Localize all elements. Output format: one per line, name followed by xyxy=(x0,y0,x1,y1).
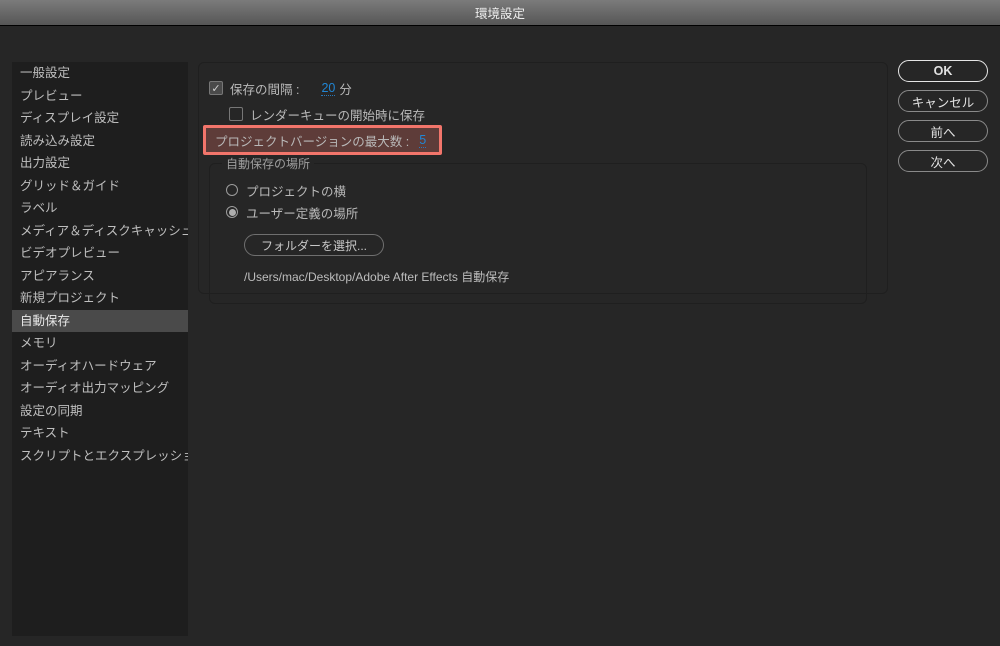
sidebar-item[interactable]: オーディオハードウェア xyxy=(12,355,188,378)
autosave-path-text: /Users/mac/Desktop/Adobe After Effects 自… xyxy=(244,268,850,285)
sidebar-item[interactable]: グリッド＆ガイド xyxy=(12,175,188,198)
radio-custom-location-label: ユーザー定義の場所 xyxy=(246,203,358,222)
autosave-location-group: 自動保存の場所 プロジェクトの横 ユーザー定義の場所 フォルダーを選択... /… xyxy=(209,163,867,304)
sidebar-item[interactable]: ラベル xyxy=(12,197,188,220)
sidebar-item[interactable]: 自動保存 xyxy=(12,310,188,333)
sidebar-item[interactable]: アピアランス xyxy=(12,265,188,288)
radio-custom-location[interactable] xyxy=(226,206,238,218)
autosave-location-legend: 自動保存の場所 xyxy=(222,155,314,172)
sidebar-item[interactable]: オーディオ出力マッピング xyxy=(12,377,188,400)
sidebar-item[interactable]: テキスト xyxy=(12,422,188,445)
sidebar-item[interactable]: メモリ xyxy=(12,332,188,355)
sidebar-item[interactable]: メディア＆ディスクキャッシュ xyxy=(12,220,188,243)
next-button[interactable]: 次へ xyxy=(898,150,988,172)
save-on-render-checkbox[interactable]: ✓ xyxy=(229,107,243,121)
sidebar-item[interactable]: 新規プロジェクト xyxy=(12,287,188,310)
sidebar-item[interactable]: プレビュー xyxy=(12,85,188,108)
autosave-settings-panel: ✓ 保存の間隔 : 20 分 ✓ レンダーキューの開始時に保存 プロジェクトバー… xyxy=(198,62,888,294)
save-on-render-label: レンダーキューの開始時に保存 xyxy=(250,105,425,124)
dialog-buttons: OK キャンセル 前へ 次へ xyxy=(898,60,988,180)
window-title: 環境設定 xyxy=(475,3,525,22)
sidebar-item[interactable]: ディスプレイ設定 xyxy=(12,107,188,130)
radio-next-to-project[interactable] xyxy=(226,184,238,196)
ok-button[interactable]: OK xyxy=(898,60,988,82)
max-versions-value[interactable]: 5 xyxy=(419,133,426,148)
sidebar-item[interactable]: 一般設定 xyxy=(12,62,188,85)
max-versions-label: プロジェクトバージョンの最大数 : xyxy=(215,131,409,150)
radio-next-to-project-label: プロジェクトの横 xyxy=(246,181,346,200)
sidebar-item[interactable]: 設定の同期 xyxy=(12,400,188,423)
sidebar-item[interactable]: 読み込み設定 xyxy=(12,130,188,153)
cancel-button[interactable]: キャンセル xyxy=(898,90,988,112)
save-interval-checkbox[interactable]: ✓ xyxy=(209,81,223,95)
sidebar-item[interactable]: 出力設定 xyxy=(12,152,188,175)
save-interval-unit: 分 xyxy=(339,79,352,98)
choose-folder-button[interactable]: フォルダーを選択... xyxy=(244,234,384,256)
prev-button[interactable]: 前へ xyxy=(898,120,988,142)
window-titlebar: 環境設定 xyxy=(0,0,1000,26)
sidebar-item[interactable]: スクリプトとエクスプレッション xyxy=(12,445,188,468)
save-interval-label: 保存の間隔 : xyxy=(230,79,299,98)
save-interval-value[interactable]: 20 xyxy=(321,81,335,96)
sidebar-item[interactable]: ビデオプレビュー xyxy=(12,242,188,265)
preferences-sidebar: 一般設定プレビューディスプレイ設定読み込み設定出力設定グリッド＆ガイドラベルメデ… xyxy=(12,62,188,636)
